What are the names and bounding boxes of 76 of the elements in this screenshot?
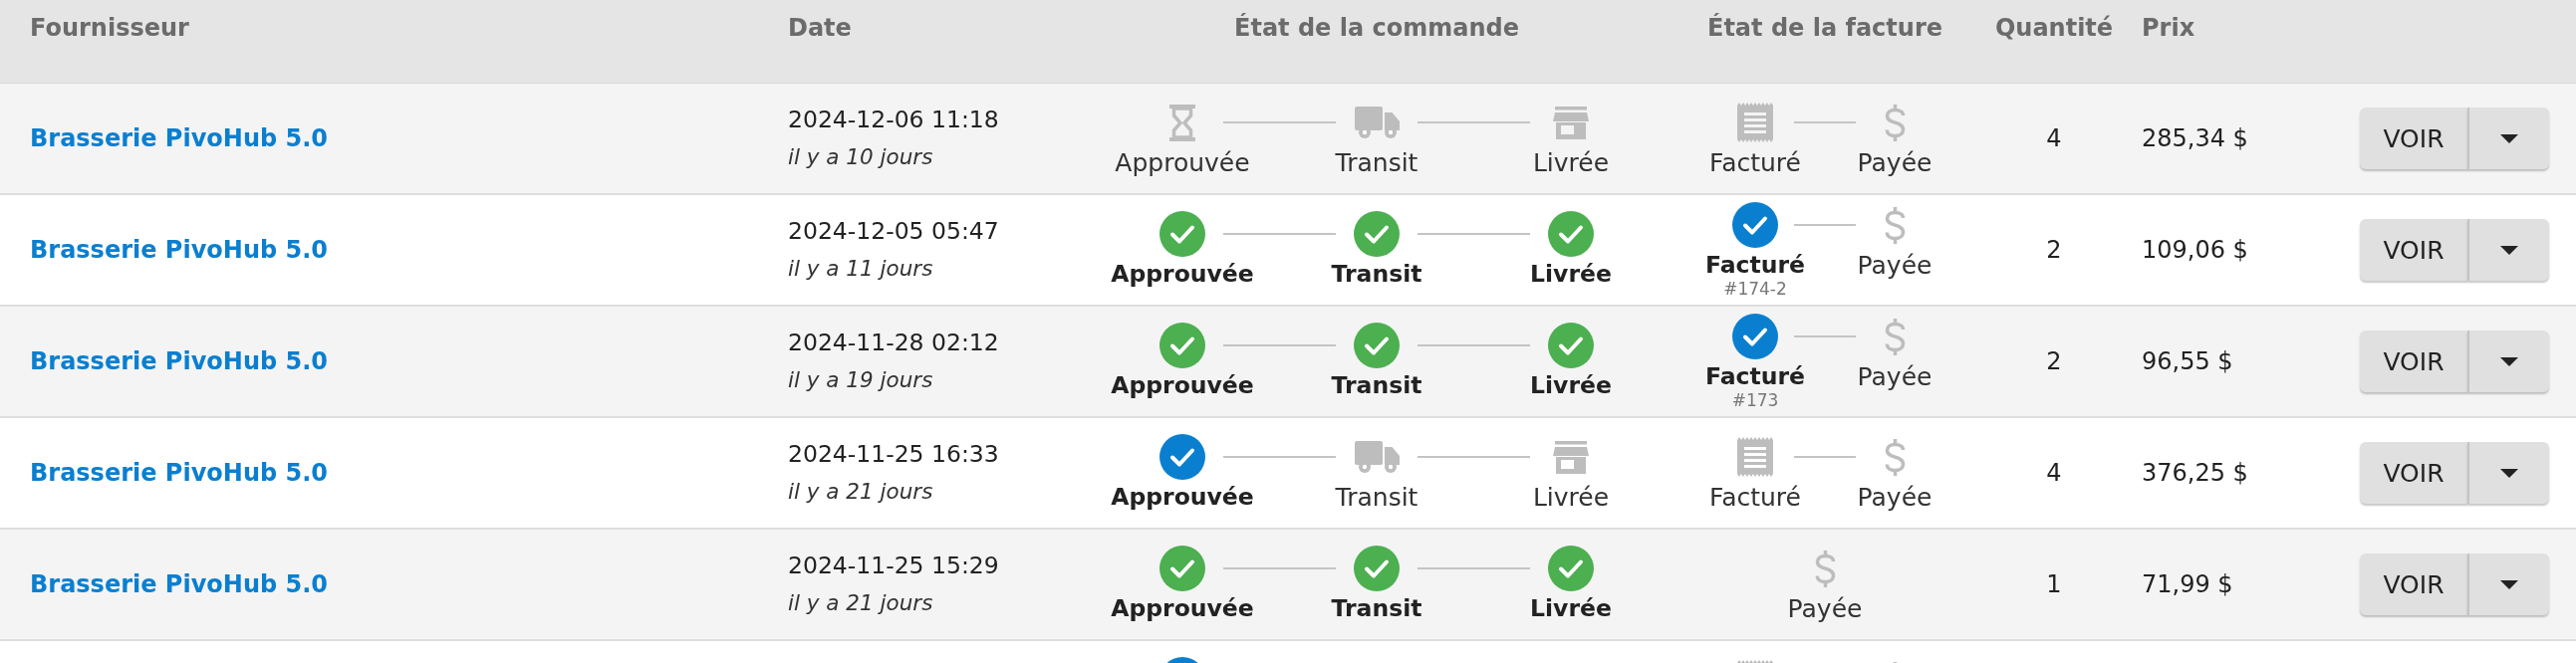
order-date: 2024-11-25 16:33 xyxy=(788,439,999,469)
relative-time: il y a 10 jours xyxy=(788,143,934,171)
column-header: Fournisseur xyxy=(30,13,189,44)
step-connector xyxy=(1794,224,1856,226)
column-header: Prix xyxy=(2142,13,2195,44)
caret-icon xyxy=(2500,579,2518,589)
step-label: Approuvée xyxy=(1111,260,1254,289)
step-connector xyxy=(1794,121,1856,123)
dropdown-button[interactable] xyxy=(2467,108,2549,169)
column-header: Quantité xyxy=(1994,13,2114,44)
column-header: Date xyxy=(788,13,852,44)
step-connector xyxy=(1794,335,1856,337)
view-button[interactable]: VOIR xyxy=(2360,442,2467,504)
step-label: Transit xyxy=(1335,483,1418,512)
caret-icon xyxy=(2500,468,2518,478)
step-label: Livrée xyxy=(1532,148,1610,177)
order-date: 2024-12-06 11:18 xyxy=(788,105,999,134)
step-label: Livrée xyxy=(1530,260,1612,289)
dropdown-button[interactable] xyxy=(2467,553,2549,615)
quantity: 1 xyxy=(2046,569,2062,599)
quantity: 4 xyxy=(2046,458,2062,488)
step-label: Approuvée xyxy=(1111,371,1254,400)
invoice-number: #173 xyxy=(1731,391,1779,409)
step-label: Payée xyxy=(1857,251,1932,280)
caret-icon xyxy=(2500,133,2518,143)
invoice-number: #174-2 xyxy=(1723,280,1787,298)
supplier-link[interactable]: Brasserie PivoHub 5.0 xyxy=(30,123,329,153)
caret-icon xyxy=(2500,356,2518,366)
step-label: Livrée xyxy=(1530,371,1612,400)
relative-time: il y a 19 jours xyxy=(788,366,934,394)
supplier-link[interactable]: Brasserie PivoHub 5.0 xyxy=(30,569,329,599)
step-label: Facturé xyxy=(1709,483,1801,512)
dropdown-button[interactable] xyxy=(2467,331,2549,392)
step-label: Approuvée xyxy=(1111,594,1254,623)
view-button[interactable]: VOIR xyxy=(2360,108,2467,169)
price: 71,99 $ xyxy=(2142,569,2233,599)
step-label: Facturé xyxy=(1705,362,1805,391)
step-label: Approuvée xyxy=(1115,148,1250,177)
supplier-link[interactable]: Brasserie PivoHub 5.0 xyxy=(30,458,329,488)
quantity: 2 xyxy=(2046,235,2062,265)
step-label: Facturé xyxy=(1705,251,1805,280)
step-connector xyxy=(1794,456,1856,458)
step-label: Payée xyxy=(1787,594,1863,623)
view-button[interactable]: VOIR xyxy=(2360,553,2467,615)
caret-icon xyxy=(2500,245,2518,255)
price: 285,34 $ xyxy=(2142,123,2248,153)
dropdown-button[interactable] xyxy=(2467,219,2549,281)
step-label: Payée xyxy=(1857,483,1932,512)
quantity: 4 xyxy=(2046,123,2062,153)
step-label: Transit xyxy=(1331,594,1422,623)
column-header: État de la commande xyxy=(1234,12,1519,44)
step-label: Payée xyxy=(1857,148,1932,177)
supplier-link[interactable]: Brasserie PivoHub 5.0 xyxy=(30,235,329,265)
view-button[interactable]: VOIR xyxy=(2360,219,2467,281)
price: 96,55 $ xyxy=(2142,346,2233,376)
step-label: Transit xyxy=(1331,371,1422,400)
supplier-link[interactable]: Brasserie PivoHub 5.0 xyxy=(30,346,329,376)
order-date: 2024-12-05 05:47 xyxy=(788,216,999,246)
price: 376,25 $ xyxy=(2142,458,2248,488)
dropdown-button[interactable] xyxy=(2467,442,2549,504)
relative-time: il y a 11 jours xyxy=(788,255,934,283)
quantity: 2 xyxy=(2046,346,2062,376)
order-date: 2024-11-25 15:29 xyxy=(788,551,999,580)
step-label: Transit xyxy=(1331,260,1422,289)
step-label: Payée xyxy=(1857,362,1932,391)
relative-time: il y a 21 jours xyxy=(788,478,934,506)
step-label: Livrée xyxy=(1530,594,1612,623)
step-label: Approuvée xyxy=(1111,483,1254,512)
step-label: Facturé xyxy=(1709,148,1801,177)
step-label: Livrée xyxy=(1532,483,1610,512)
price: 109,06 $ xyxy=(2142,235,2248,265)
order-date: 2024-11-28 02:12 xyxy=(788,328,999,357)
relative-time: il y a 21 jours xyxy=(788,589,934,617)
step-label: Transit xyxy=(1335,148,1418,177)
column-header: État de la facture xyxy=(1707,12,1942,44)
view-button[interactable]: VOIR xyxy=(2360,331,2467,392)
